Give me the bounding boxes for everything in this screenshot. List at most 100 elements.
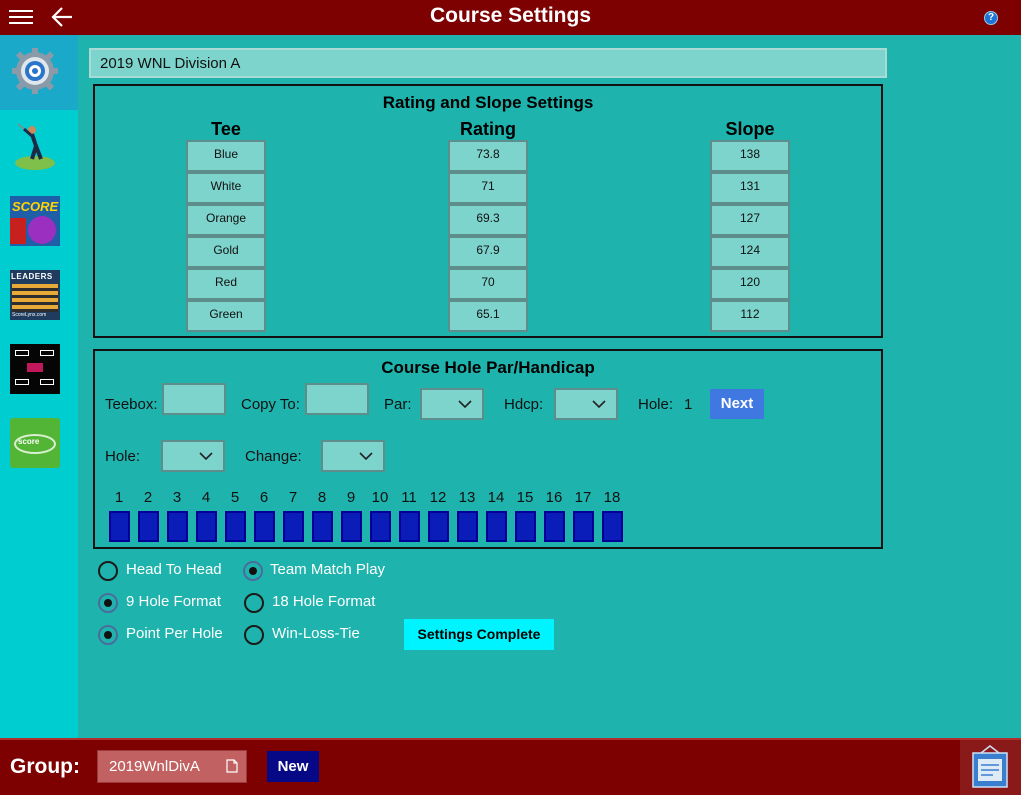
hole-box[interactable] bbox=[515, 511, 536, 542]
hole-number: 9 bbox=[346, 489, 356, 506]
nine-hole-format-radio[interactable] bbox=[98, 593, 118, 613]
copy-to-label: Copy To: bbox=[241, 396, 300, 413]
hole-number: 8 bbox=[317, 489, 327, 506]
hole-box[interactable] bbox=[254, 511, 275, 542]
eighteen-hole-format-radio[interactable] bbox=[244, 593, 264, 613]
nine-hole-format-label: 9 Hole Format bbox=[126, 593, 222, 610]
tee-cell[interactable]: Green bbox=[186, 300, 266, 332]
hole-box[interactable] bbox=[457, 511, 478, 542]
hole-box[interactable] bbox=[341, 511, 362, 542]
golf-scorecard-icon[interactable]: score bbox=[10, 418, 60, 468]
slope-cell[interactable]: 124 bbox=[710, 236, 790, 268]
chevron-down-icon bbox=[359, 452, 373, 461]
group-label: Group: bbox=[10, 755, 80, 778]
hole-number: 5 bbox=[230, 489, 240, 506]
hole-number: 13 bbox=[458, 489, 476, 506]
course-name-input[interactable]: 2019 WNL Division A bbox=[89, 48, 887, 78]
tee-cell[interactable]: Orange bbox=[186, 204, 266, 236]
help-icon[interactable]: ? bbox=[984, 11, 998, 25]
current-hole-value: 1 bbox=[684, 396, 693, 413]
group-value: 2019WnlDivA bbox=[109, 758, 200, 775]
team-match-play-label: Team Match Play bbox=[270, 561, 386, 578]
slope-cell[interactable]: 138 bbox=[710, 140, 790, 172]
leaders-app-icon[interactable]: LEADERS ScoreLynx.com bbox=[10, 270, 60, 320]
rating-cell[interactable]: 65.1 bbox=[448, 300, 528, 332]
hole-number: 18 bbox=[603, 489, 621, 506]
win-loss-tie-label: Win-Loss-Tie bbox=[272, 625, 360, 642]
hole-label: Hole: bbox=[638, 396, 674, 413]
hole-number: 11 bbox=[401, 489, 417, 506]
hole-panel-title: Course Hole Par/Handicap bbox=[381, 358, 595, 377]
hole-box[interactable] bbox=[196, 511, 217, 542]
hdcp-dropdown[interactable] bbox=[554, 388, 618, 420]
copy-to-input[interactable] bbox=[305, 383, 369, 415]
settings-complete-button[interactable]: Settings Complete bbox=[404, 619, 554, 650]
tee-cell[interactable]: Gold bbox=[186, 236, 266, 268]
hole-number: 1 bbox=[114, 489, 124, 506]
hole-number: 3 bbox=[172, 489, 182, 506]
settings-gear-icon[interactable] bbox=[12, 48, 58, 94]
rating-cell[interactable]: 67.9 bbox=[448, 236, 528, 268]
hole-select-label: Hole: bbox=[105, 448, 141, 465]
bracket-app-icon[interactable] bbox=[10, 344, 60, 394]
point-per-hole-radio[interactable] bbox=[98, 625, 118, 645]
team-match-play-radio[interactable] bbox=[243, 561, 263, 581]
hole-box[interactable] bbox=[573, 511, 594, 542]
hole-box[interactable] bbox=[138, 511, 159, 542]
group-field[interactable]: 2019WnlDivA bbox=[97, 750, 247, 783]
hole-box[interactable] bbox=[109, 511, 130, 542]
hole-box[interactable] bbox=[283, 511, 304, 542]
golfer-icon[interactable] bbox=[10, 121, 60, 171]
slope-cell[interactable]: 127 bbox=[710, 204, 790, 236]
slope-column-header: Slope bbox=[725, 119, 775, 139]
chevron-down-icon bbox=[458, 400, 472, 409]
rating-cell[interactable]: 73.8 bbox=[448, 140, 528, 172]
par-dropdown[interactable] bbox=[420, 388, 484, 420]
hole-box[interactable] bbox=[370, 511, 391, 542]
hole-box[interactable] bbox=[486, 511, 507, 542]
hole-number: 10 bbox=[371, 489, 389, 506]
hole-box[interactable] bbox=[225, 511, 246, 542]
par-label: Par: bbox=[384, 396, 412, 413]
hole-number: 12 bbox=[429, 489, 447, 506]
next-button[interactable]: Next bbox=[710, 389, 764, 419]
rating-column-header: Rating bbox=[460, 119, 516, 139]
rating-cell[interactable]: 71 bbox=[448, 172, 528, 204]
tee-cell[interactable]: Red bbox=[186, 268, 266, 300]
tee-cell[interactable]: White bbox=[186, 172, 266, 204]
write-review-panel bbox=[960, 740, 1021, 795]
paste-icon[interactable] bbox=[226, 759, 238, 773]
change-label: Change: bbox=[245, 448, 302, 465]
head-to-head-label: Head To Head bbox=[126, 561, 222, 578]
hole-box[interactable] bbox=[399, 511, 420, 542]
hole-number: 15 bbox=[516, 489, 534, 506]
teebox-input[interactable] bbox=[162, 383, 226, 415]
rating-cell[interactable]: 70 bbox=[448, 268, 528, 300]
slope-cell[interactable]: 120 bbox=[710, 268, 790, 300]
bottom-bar: Group: 2019WnlDivA New bbox=[0, 738, 1021, 795]
win-loss-tie-radio[interactable] bbox=[244, 625, 264, 645]
change-dropdown[interactable] bbox=[321, 440, 385, 472]
chevron-down-icon bbox=[199, 452, 213, 461]
chevron-down-icon bbox=[592, 400, 606, 409]
hole-box[interactable] bbox=[167, 511, 188, 542]
hole-box[interactable] bbox=[544, 511, 565, 542]
hole-dropdown[interactable] bbox=[161, 440, 225, 472]
score-app-icon[interactable]: SCORE bbox=[10, 196, 60, 246]
slope-cell[interactable]: 112 bbox=[710, 300, 790, 332]
tee-column-header: Tee bbox=[211, 119, 241, 139]
page-title: Course Settings bbox=[429, 4, 592, 27]
hole-box[interactable] bbox=[602, 511, 623, 542]
tee-cell[interactable]: Blue bbox=[186, 140, 266, 172]
rating-cell[interactable]: 69.3 bbox=[448, 204, 528, 236]
eighteen-hole-format-label: 18 Hole Format bbox=[272, 593, 376, 610]
new-group-button[interactable]: New bbox=[267, 751, 319, 782]
hole-box[interactable] bbox=[312, 511, 333, 542]
title-bar: Course Settings ? bbox=[0, 0, 1021, 35]
write-a-review-icon[interactable] bbox=[971, 745, 1009, 789]
hole-box[interactable] bbox=[428, 511, 449, 542]
slope-cell[interactable]: 131 bbox=[710, 172, 790, 204]
hole-number: 7 bbox=[288, 489, 298, 506]
head-to-head-radio[interactable] bbox=[98, 561, 118, 581]
hole-number: 16 bbox=[545, 489, 563, 506]
